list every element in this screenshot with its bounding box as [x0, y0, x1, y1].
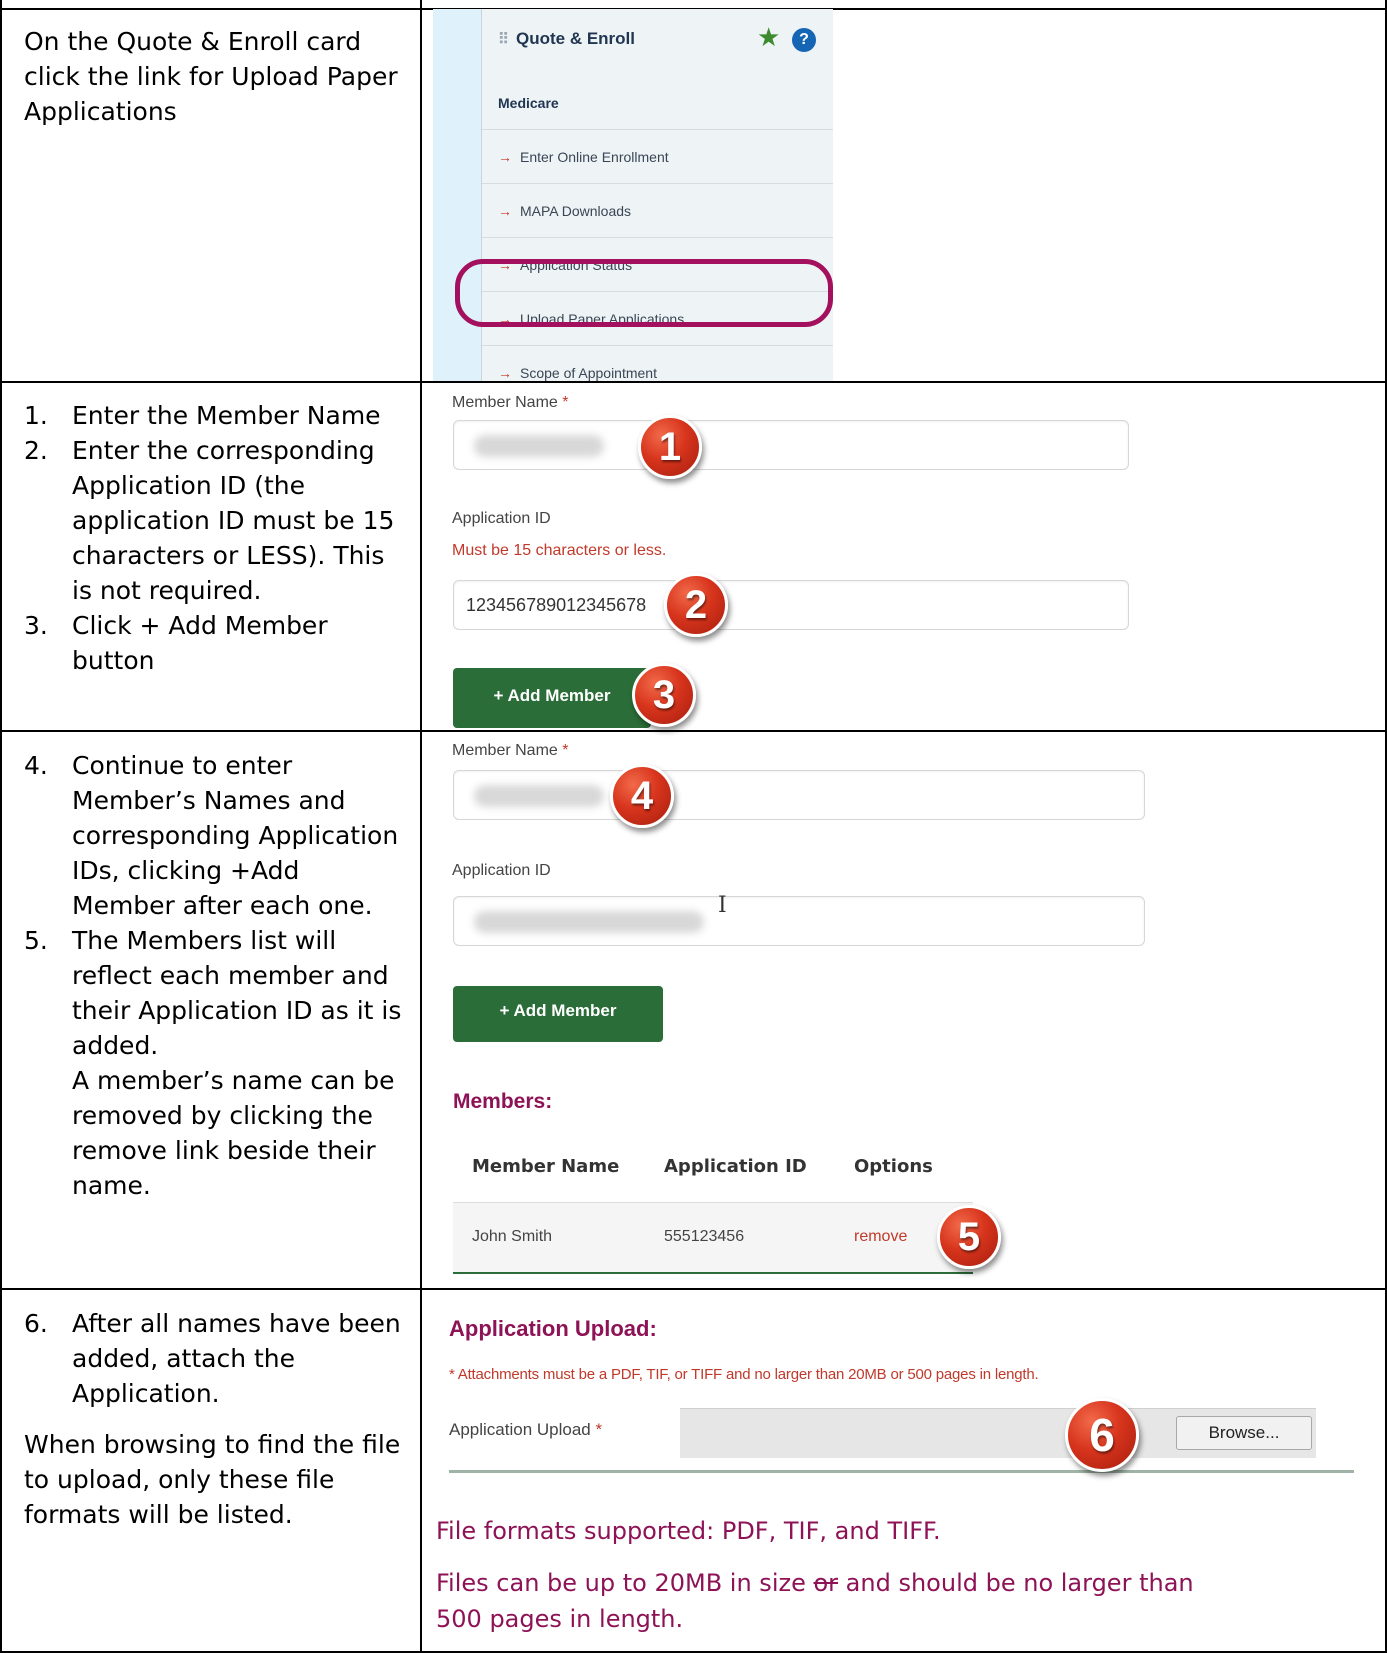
step-text: Enter the corresponding Application ID (… — [72, 436, 395, 605]
member-name-label: Member Name * — [452, 742, 569, 760]
card-section-heading: Medicare — [498, 95, 559, 111]
arrow-right-icon: → — [498, 203, 512, 219]
step-number: 6. — [24, 1309, 48, 1338]
step-number: 1. — [24, 401, 48, 430]
member-name-label: Member Name * — [452, 394, 569, 412]
browse-button[interactable]: Browse... — [1176, 1416, 1312, 1450]
redacted-value — [474, 435, 604, 457]
link-label: MAPA Downloads — [520, 203, 632, 219]
row3-steps: 4. Continue to enter Member’s Names and c… — [24, 748, 408, 1063]
link-enter-online-enrollment[interactable]: → Enter Online Enrollment — [482, 129, 833, 183]
table-border-middle — [420, 0, 422, 1653]
file-size-note: Files can be up to 20MB in size or and s… — [436, 1566, 1194, 1600]
label-text: Member Name — [452, 394, 558, 411]
member-name-cell: John Smith — [472, 1228, 553, 1245]
step5-extra: A member’s name can be removed by clicki… — [72, 1066, 395, 1200]
drag-handle-icon[interactable]: ⠿ — [498, 31, 509, 48]
step-badge-3: 3 — [632, 663, 696, 727]
member-name-input[interactable] — [453, 420, 1129, 470]
step-text: Click + Add Member button — [72, 611, 328, 675]
step-item: 5. The Members list will reflect each mem… — [24, 923, 408, 1063]
row3-instructions: 4. Continue to enter Member’s Names and c… — [24, 748, 408, 1203]
step-number: 5. — [24, 926, 48, 955]
row-divider-3 — [0, 1288, 1387, 1290]
required-mark: * — [562, 742, 569, 759]
column-header-member-name: Member Name — [472, 1156, 620, 1177]
row4-instructions: 6. After all names have been added, attac… — [24, 1306, 404, 1532]
row-divider-1 — [0, 381, 1387, 383]
struck-word: or — [813, 1569, 839, 1597]
row1-instruction-text: On the Quote & Enroll card click the lin… — [24, 27, 398, 126]
application-id-input[interactable]: 123456789012345678 — [453, 580, 1129, 630]
application-id-hint: Must be 15 characters or less. — [452, 542, 667, 559]
upload-divider — [449, 1470, 1354, 1473]
step-number: 4. — [24, 751, 48, 780]
application-upload-label: Application Upload * — [449, 1420, 602, 1440]
row4-paragraph: When browsing to find the file to upload… — [24, 1430, 401, 1529]
step-item: 6. After all names have been added, attac… — [24, 1306, 404, 1411]
row-divider-2 — [0, 730, 1387, 732]
row1-instruction: On the Quote & Enroll card click the lin… — [24, 24, 400, 129]
application-id-cell: 555123456 — [664, 1228, 745, 1245]
redacted-value — [474, 785, 604, 807]
size-note-part: Files can be up to 20MB in size — [436, 1569, 814, 1597]
link-mapa-downloads[interactable]: → MAPA Downloads — [482, 183, 833, 237]
member-name-input[interactable] — [453, 770, 1145, 820]
add-member-button[interactable]: + Add Member — [453, 668, 651, 728]
application-upload-heading: Application Upload: — [449, 1316, 657, 1341]
application-id-input[interactable] — [453, 896, 1145, 946]
step-text: The Members list will reflect each membe… — [72, 926, 402, 1060]
card-title: ⠿ Quote & Enroll — [498, 29, 635, 49]
help-icon[interactable]: ? — [792, 28, 816, 52]
members-heading: Members: — [453, 1090, 553, 1113]
label-text: Application Upload — [449, 1420, 591, 1439]
attachment-requirements-note: * Attachments must be a PDF, TIF, or TIF… — [449, 1366, 1039, 1383]
link-label: Scope of Appointment — [520, 365, 657, 381]
step-text: Continue to enter Member’s Names and cor… — [72, 751, 399, 920]
size-note-part: and should be no larger than — [838, 1569, 1194, 1597]
row2-instructions: 1. Enter the Member Name 2. Enter the corr… — [24, 398, 404, 678]
step-badge-6: 6 — [1065, 1398, 1139, 1472]
step-item: 1. Enter the Member Name — [24, 398, 404, 433]
file-formats-note: File formats supported: PDF, TIF, and TI… — [436, 1517, 941, 1545]
favorite-star-icon[interactable]: ★ — [757, 25, 780, 51]
step-badge-5: 5 — [937, 1205, 1001, 1269]
row2-steps: 1. Enter the Member Name 2. Enter the corr… — [24, 398, 404, 678]
label-text: Member Name — [452, 742, 558, 759]
arrow-right-icon: → — [498, 149, 512, 165]
link-label: Enter Online Enrollment — [520, 149, 669, 165]
file-size-note-continued: 500 pages in length. — [436, 1605, 684, 1633]
redacted-value — [474, 911, 704, 933]
remove-link[interactable]: remove — [854, 1228, 907, 1246]
application-id-value: 123456789012345678 — [466, 595, 647, 615]
link-scope-of-appointment[interactable]: → Scope of Appointment — [482, 345, 833, 381]
card-title-text: Quote & Enroll — [516, 29, 635, 48]
application-id-label: Application ID — [452, 862, 551, 879]
step-item: 3. Click + Add Member button — [24, 608, 404, 678]
step-number: 3. — [24, 611, 48, 640]
step-item: 4. Continue to enter Member’s Names and c… — [24, 748, 408, 923]
application-id-label: Application ID — [452, 510, 551, 527]
arrow-right-icon: → — [498, 365, 512, 381]
required-mark: * — [562, 394, 569, 411]
step-item: 2. Enter the corresponding Application ID… — [24, 433, 404, 608]
add-member-button[interactable]: + Add Member — [453, 986, 663, 1042]
required-mark: * — [595, 1420, 603, 1439]
step-badge-4: 4 — [610, 764, 674, 828]
column-header-application-id: Application ID — [664, 1156, 807, 1177]
row4-steps: 6. After all names have been added, attac… — [24, 1306, 404, 1411]
step-number: 2. — [24, 436, 48, 465]
highlight-oval — [455, 259, 833, 327]
text-cursor-icon: I — [718, 893, 727, 918]
step-text: Enter the Member Name — [72, 401, 381, 430]
table-border-left — [0, 0, 2, 1653]
step-badge-1: 1 — [638, 415, 702, 479]
column-header-options: Options — [854, 1156, 933, 1177]
step-text: After all names have been added, attach … — [72, 1309, 401, 1408]
step-badge-2: 2 — [664, 573, 728, 637]
